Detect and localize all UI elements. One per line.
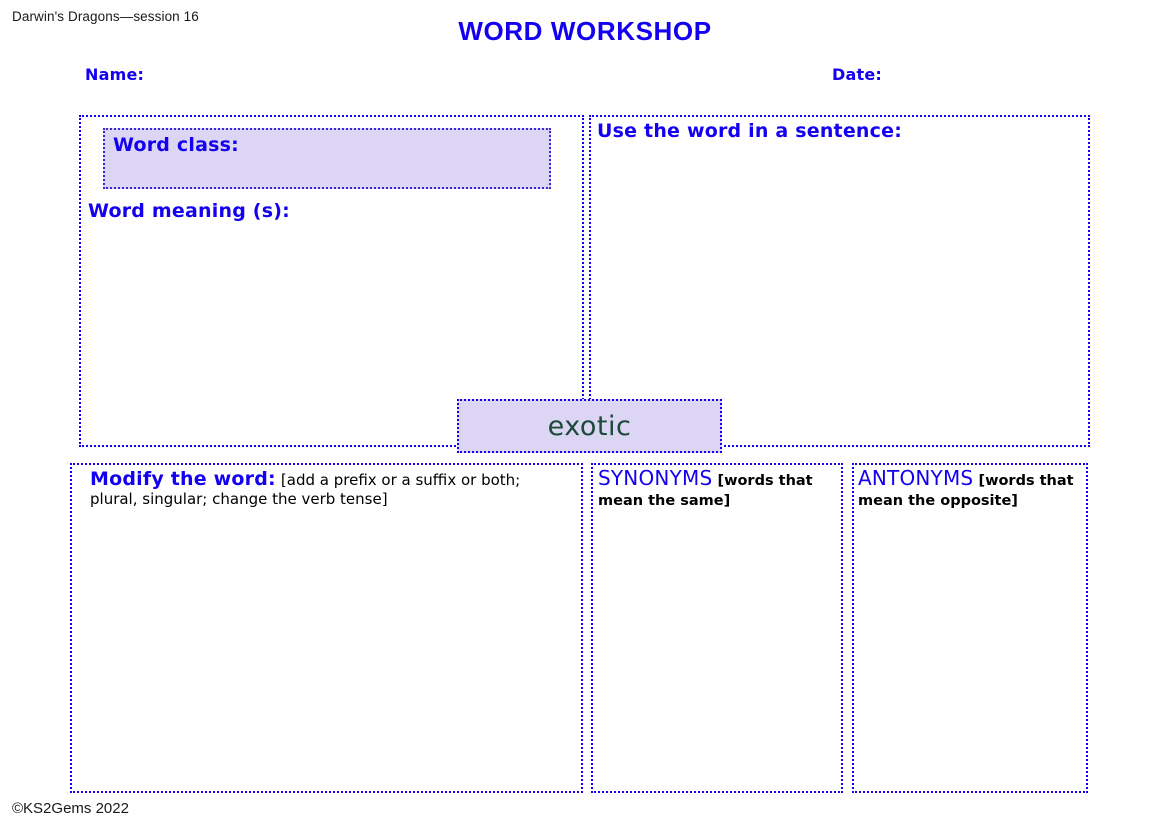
antonyms-panel[interactable] — [852, 463, 1088, 793]
antonyms-prompt: ANTONYMS [words that mean the opposite] — [858, 467, 1084, 510]
focus-word-chip: exotic — [457, 399, 722, 453]
antonyms-lead: ANTONYMS — [858, 466, 973, 490]
worksheet-page: Darwin's Dragons—session 16 WORD WORKSHO… — [0, 0, 1170, 827]
page-title: WORD WORKSHOP — [0, 16, 1170, 47]
modify-word-lead: Modify the word: — [90, 468, 276, 490]
date-field-label: Date: — [832, 65, 882, 84]
name-field-label: Name: — [85, 65, 144, 84]
modify-word-prompt: Modify the word: [add a prefix or a suff… — [90, 468, 570, 509]
word-class-answer-box[interactable]: Word class: — [103, 128, 551, 189]
copyright-notice: ©KS2Gems 2022 — [12, 800, 129, 817]
word-class-label: Word class: — [113, 134, 239, 156]
sentence-label: Use the word in a sentence: — [597, 120, 902, 142]
modify-word-panel[interactable] — [70, 463, 583, 793]
focus-word-text: exotic — [548, 411, 632, 442]
word-meaning-label: Word meaning (s): — [88, 200, 290, 222]
synonyms-prompt: SYNONYMS [words that mean the same] — [598, 467, 836, 510]
synonyms-panel[interactable] — [591, 463, 843, 793]
sentence-panel[interactable] — [589, 115, 1090, 447]
synonyms-lead: SYNONYMS — [598, 466, 712, 490]
